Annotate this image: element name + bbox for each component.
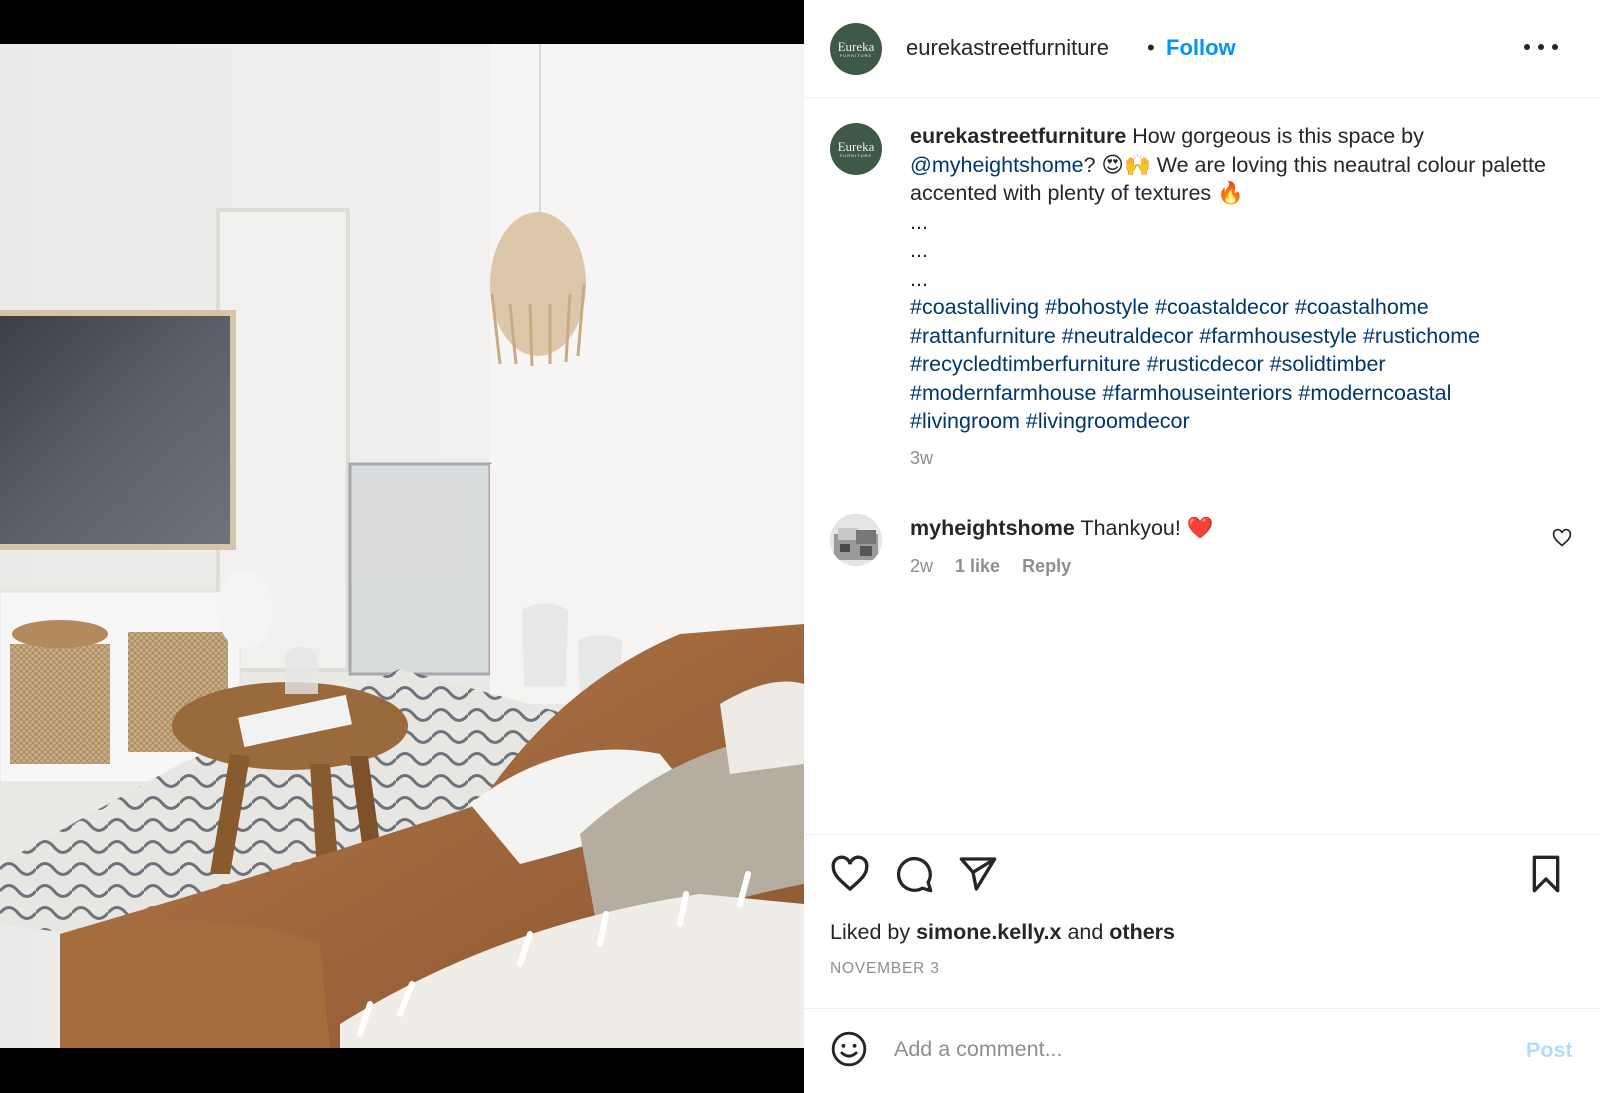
comment-body: myheightshome Thankyou! ❤️: [910, 514, 1214, 542]
post-photo[interactable]: [0, 44, 804, 1048]
comment-text: Thankyou! ❤️: [1074, 516, 1214, 540]
commenter-username[interactable]: myheightshome: [910, 516, 1075, 540]
caption-hashtags[interactable]: #coastalliving #bohostyle #coastaldecor …: [910, 295, 1480, 433]
comment-likes-count[interactable]: 1 like: [955, 556, 1000, 577]
separator-dot: •: [1147, 35, 1155, 60]
commenter-avatar[interactable]: [830, 514, 882, 566]
post-caption: eurekastreetfurniture How gorgeous is th…: [910, 122, 1560, 472]
liked-by-middle: and: [1061, 920, 1110, 944]
avatar-brand-text: Eureka: [837, 38, 875, 54]
liked-by-user[interactable]: simone.kelly.x: [916, 920, 1061, 944]
actions-divider: [804, 834, 1600, 835]
liked-by-others[interactable]: others: [1109, 920, 1175, 944]
caption-mention[interactable]: @myheightshome: [910, 153, 1084, 177]
caption-username[interactable]: eurekastreetfurniture: [910, 124, 1126, 148]
more-dot: [1538, 44, 1544, 50]
house-photo-icon: [830, 514, 882, 566]
paper-plane-icon[interactable]: [958, 854, 998, 894]
liked-by: Liked by simone.kelly.x and others: [830, 920, 1175, 945]
heart-icon[interactable]: [830, 854, 870, 894]
comment-timestamp[interactable]: 2w: [910, 556, 933, 577]
bookmark-icon[interactable]: [1526, 854, 1566, 894]
more-dot: [1552, 44, 1558, 50]
comment-heart-icon[interactable]: [1552, 528, 1572, 548]
caption-author-avatar[interactable]: Eureka FURNITURE: [830, 123, 882, 175]
author-username[interactable]: eurekastreetfurniture: [906, 35, 1109, 61]
post-header: Eureka FURNITURE eurekastreetfurniture •…: [804, 0, 1600, 98]
avatar-brand-text: Eureka: [837, 138, 875, 154]
comment-reply-button[interactable]: Reply: [1022, 556, 1071, 577]
comment-bubble-icon[interactable]: [894, 854, 934, 894]
caption-ellipsis: ...: [910, 238, 928, 262]
liked-by-prefix: Liked by: [830, 920, 917, 944]
caption-timestamp[interactable]: 3w: [910, 444, 1560, 473]
more-options-icon[interactable]: [1524, 34, 1558, 60]
comment-meta: 2w 1 like Reply: [910, 556, 1071, 577]
more-dot: [1524, 44, 1530, 50]
caption-ellipsis: ...: [910, 209, 928, 234]
avatar-brand-subtext: FURNITURE: [839, 152, 873, 158]
follow-button[interactable]: Follow: [1166, 35, 1236, 61]
comment-input[interactable]: [894, 1028, 1494, 1070]
living-room-photo: [0, 44, 804, 1048]
avatar-brand-subtext: FURNITURE: [839, 52, 873, 58]
caption-text-1: How gorgeous is this space by: [1126, 124, 1424, 148]
post-photo-frame: [0, 0, 804, 1093]
post-details-panel: Eureka FURNITURE eurekastreetfurniture •…: [804, 0, 1600, 1093]
post-comment-button[interactable]: Post: [1526, 1038, 1573, 1063]
post-date[interactable]: NOVEMBER 3: [830, 960, 940, 978]
author-avatar[interactable]: Eureka FURNITURE: [830, 23, 882, 75]
smiley-icon[interactable]: [830, 1030, 868, 1068]
caption-ellipsis: ...: [910, 266, 928, 291]
